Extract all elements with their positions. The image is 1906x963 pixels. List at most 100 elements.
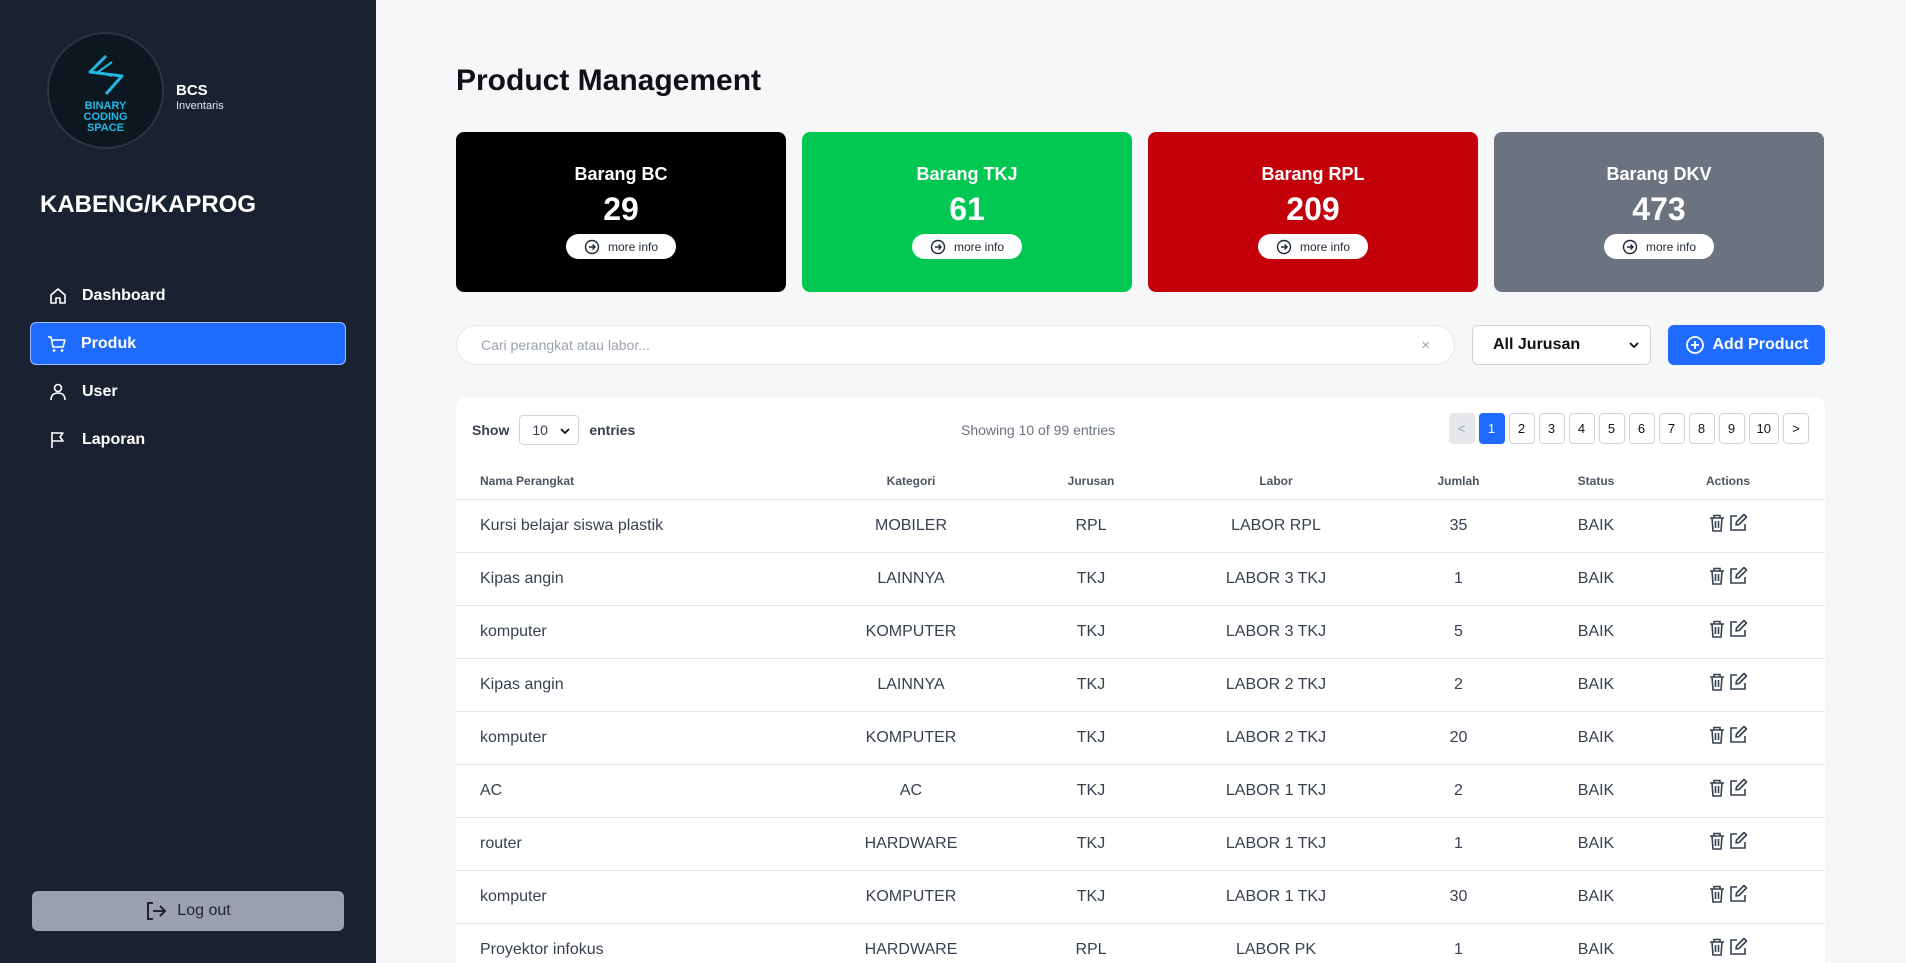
page-button[interactable]: 9 (1718, 413, 1745, 444)
product-table: Nama Perangkat Kategori Jurusan Labor Ju… (456, 463, 1825, 963)
page-button[interactable]: 8 (1688, 413, 1715, 444)
card-title: Barang DKV (1606, 164, 1712, 184)
table-cell: RPL (986, 499, 1196, 553)
edit-button[interactable] (1727, 513, 1749, 538)
table-cell: TKJ (986, 658, 1196, 712)
more-info-button[interactable]: more info (1258, 234, 1368, 259)
arrow-circle-right-icon (1622, 239, 1638, 254)
more-info-button[interactable]: more info (912, 234, 1022, 259)
table-row: komputer KOMPUTER TKJ LABOR 1 TKJ 30 BAIK (456, 870, 1825, 924)
actions-cell (1631, 499, 1825, 553)
table-cell: KOMPUTER (836, 605, 986, 659)
logout-button[interactable]: Log out (32, 891, 344, 931)
table-cell: LAINNYA (836, 552, 986, 606)
entries-select[interactable]: 10 (519, 415, 580, 445)
table-cell: LABOR 2 TKJ (1196, 711, 1356, 765)
trash-icon (1710, 885, 1724, 903)
actions-cell (1631, 923, 1825, 963)
edit-button[interactable] (1727, 672, 1749, 697)
column-header[interactable]: Jumlah (1356, 463, 1561, 500)
edit-button[interactable] (1727, 831, 1749, 856)
sidebar: BINARY CODING SPACE BCS Inventaris KABEN… (0, 0, 376, 963)
pagination: < 1 2 3 4 5 6 7 8 9 10 > (1445, 413, 1809, 444)
page-button[interactable]: 7 (1658, 413, 1685, 444)
page-button[interactable]: 2 (1508, 413, 1535, 444)
page-prev-button[interactable]: < (1448, 413, 1475, 444)
table-cell: komputer (456, 711, 836, 765)
card-value: 29 (603, 191, 639, 227)
page-button[interactable]: 5 (1598, 413, 1625, 444)
sidebar-item-dashboard[interactable]: Dashboard (30, 274, 346, 317)
table-header-row: Nama Perangkat Kategori Jurusan Labor Ju… (456, 463, 1825, 500)
table-cell: LABOR 3 TKJ (1196, 552, 1356, 606)
column-header[interactable]: Nama Perangkat (456, 463, 836, 500)
logo-text: BINARY CODING SPACE (83, 100, 128, 134)
actions-cell (1631, 658, 1825, 712)
delete-button[interactable] (1707, 566, 1727, 591)
table-cell: 2 (1356, 764, 1561, 818)
table-cell: 1 (1356, 923, 1561, 963)
page-button[interactable]: 3 (1538, 413, 1565, 444)
actions-cell (1631, 817, 1825, 871)
product-table-panel: Show 10 entries Showing 10 of 99 entries… (456, 397, 1825, 963)
table-cell: BAIK (1561, 711, 1631, 765)
sidebar-item-produk[interactable]: Produk (30, 322, 346, 365)
clear-search-icon[interactable]: × (1421, 337, 1430, 354)
page-button[interactable]: 10 (1748, 413, 1779, 444)
delete-button[interactable] (1707, 672, 1727, 697)
table-cell: LABOR 3 TKJ (1196, 605, 1356, 659)
edit-icon (1730, 566, 1748, 584)
table-cell: Proyektor infokus (456, 923, 836, 963)
column-header[interactable]: Kategori (836, 463, 986, 500)
page-button[interactable]: 6 (1628, 413, 1655, 444)
edit-button[interactable] (1727, 725, 1749, 750)
edit-button[interactable] (1727, 778, 1749, 803)
table-row: AC AC TKJ LABOR 1 TKJ 2 BAIK (456, 764, 1825, 818)
table-cell: LABOR 2 TKJ (1196, 658, 1356, 712)
delete-button[interactable] (1707, 937, 1727, 962)
delete-button[interactable] (1707, 778, 1727, 803)
edit-button[interactable] (1727, 884, 1749, 909)
table-cell: TKJ (986, 605, 1196, 659)
sidebar-item-user[interactable]: User (30, 370, 346, 413)
table-row: komputer KOMPUTER TKJ LABOR 3 TKJ 5 BAIK (456, 605, 1825, 659)
sidebar-item-label: Laporan (82, 430, 146, 448)
delete-button[interactable] (1707, 884, 1727, 909)
table-cell: 35 (1356, 499, 1561, 553)
page-next-button[interactable]: > (1783, 413, 1809, 444)
stat-card-tkj: Barang TKJ 61 more info (802, 132, 1132, 292)
table-cell: BAIK (1561, 552, 1631, 606)
logout-label: Log out (177, 902, 231, 919)
card-value: 473 (1632, 191, 1686, 227)
stat-card-rpl: Barang RPL 209 more info (1148, 132, 1478, 292)
page-button[interactable]: 4 (1568, 413, 1595, 444)
delete-button[interactable] (1707, 619, 1727, 644)
edit-icon (1730, 884, 1748, 902)
table-cell: Kipas angin (456, 552, 836, 606)
column-header[interactable]: Status (1561, 463, 1631, 500)
column-header[interactable]: Jurusan (986, 463, 1196, 500)
jurusan-filter-select[interactable]: All Jurusan (1472, 325, 1651, 365)
edit-icon (1730, 619, 1748, 637)
delete-button[interactable] (1707, 831, 1727, 856)
edit-button[interactable] (1727, 566, 1749, 591)
table-cell: HARDWARE (836, 923, 986, 963)
page-button[interactable]: 1 (1478, 413, 1505, 444)
table-cell: BAIK (1561, 658, 1631, 712)
delete-button[interactable] (1707, 725, 1727, 750)
add-product-button[interactable]: Add Product (1668, 325, 1825, 365)
table-cell: Kursi belajar siswa plastik (456, 499, 836, 553)
trash-icon (1710, 567, 1724, 585)
edit-button[interactable] (1727, 937, 1749, 962)
flag-icon (48, 430, 68, 450)
delete-button[interactable] (1707, 513, 1727, 538)
more-info-button[interactable]: more info (566, 234, 676, 259)
more-info-button[interactable]: more info (1604, 234, 1714, 259)
edit-button[interactable] (1727, 619, 1749, 644)
sidebar-item-laporan[interactable]: Laporan (30, 418, 346, 461)
chevron-down-icon (560, 428, 570, 435)
search-input[interactable] (481, 337, 1381, 353)
table-cell: TKJ (986, 764, 1196, 818)
chevron-down-icon (1629, 342, 1639, 349)
column-header[interactable]: Labor (1196, 463, 1356, 500)
